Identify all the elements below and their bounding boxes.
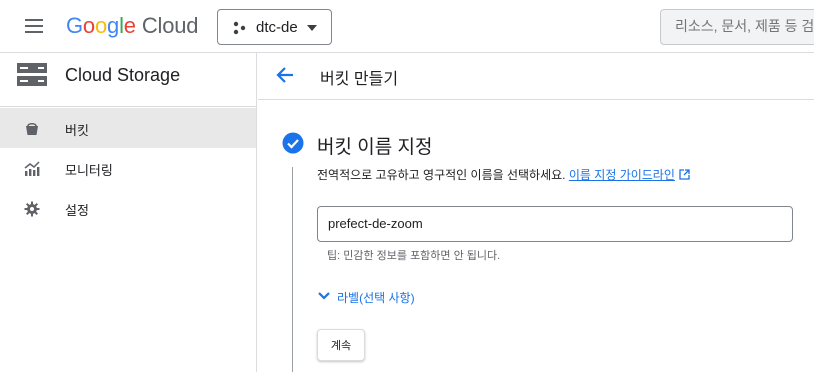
step-title: 버킷 이름 지정 bbox=[317, 137, 433, 158]
project-selector-button[interactable]: dtc-de bbox=[217, 9, 332, 45]
hamburger-menu-icon[interactable] bbox=[22, 16, 46, 36]
step-description: 전역적으로 고유하고 영구적인 이름을 선택하세요. 이름 지정 가이드라인 bbox=[317, 166, 690, 183]
page-header: 버킷 만들기 bbox=[258, 53, 814, 100]
cloud-storage-icon bbox=[17, 63, 47, 86]
sidebar-header: Cloud Storage bbox=[0, 53, 256, 107]
gear-icon bbox=[24, 201, 40, 217]
name-hint: 팁: 민감한 정보를 포함하면 안 됩니다. bbox=[327, 250, 501, 262]
sidebar-item-label: 버킷 bbox=[65, 123, 89, 138]
labels-toggle-label: 라벨(선택 사항) bbox=[337, 291, 415, 305]
sidebar-title: Cloud Storage bbox=[65, 65, 181, 85]
chart-icon bbox=[24, 161, 40, 176]
bucket-icon bbox=[26, 122, 38, 135]
dropdown-caret-icon bbox=[307, 25, 317, 31]
page-title: 버킷 만들기 bbox=[320, 71, 399, 88]
project-nodes-icon bbox=[233, 21, 246, 35]
sidebar: Cloud Storage 버킷 모니터링 설정 bbox=[0, 53, 257, 372]
chevron-down-icon bbox=[318, 292, 330, 300]
google-cloud-logo[interactable]: Google Cloud bbox=[66, 13, 198, 39]
top-bar: Google Cloud dtc-de bbox=[0, 0, 814, 53]
check-circle-icon bbox=[282, 132, 304, 154]
sidebar-item-label: 모니터링 bbox=[65, 163, 113, 178]
naming-guidelines-link[interactable]: 이름 지정 가이드라인 bbox=[569, 168, 675, 182]
external-link-icon[interactable] bbox=[679, 169, 690, 180]
bucket-name-input[interactable] bbox=[328, 216, 778, 231]
back-arrow-icon[interactable] bbox=[275, 64, 297, 86]
main-content: 버킷 만들기 버킷 이름 지정 전역적으로 고유하고 영구적인 이름을 선택하세… bbox=[258, 53, 814, 372]
sidebar-item-label: 설정 bbox=[65, 203, 89, 218]
sidebar-item-settings[interactable]: 설정 bbox=[0, 188, 256, 228]
sidebar-item-buckets[interactable]: 버킷 bbox=[0, 108, 256, 148]
continue-button[interactable]: 계속 bbox=[317, 329, 365, 361]
step-divider bbox=[292, 167, 293, 372]
search-input[interactable] bbox=[675, 18, 814, 34]
sidebar-item-monitoring[interactable]: 모니터링 bbox=[0, 148, 256, 188]
search-bar[interactable] bbox=[660, 9, 814, 45]
bucket-name-field[interactable] bbox=[317, 206, 793, 242]
project-name: dtc-de bbox=[256, 19, 298, 36]
